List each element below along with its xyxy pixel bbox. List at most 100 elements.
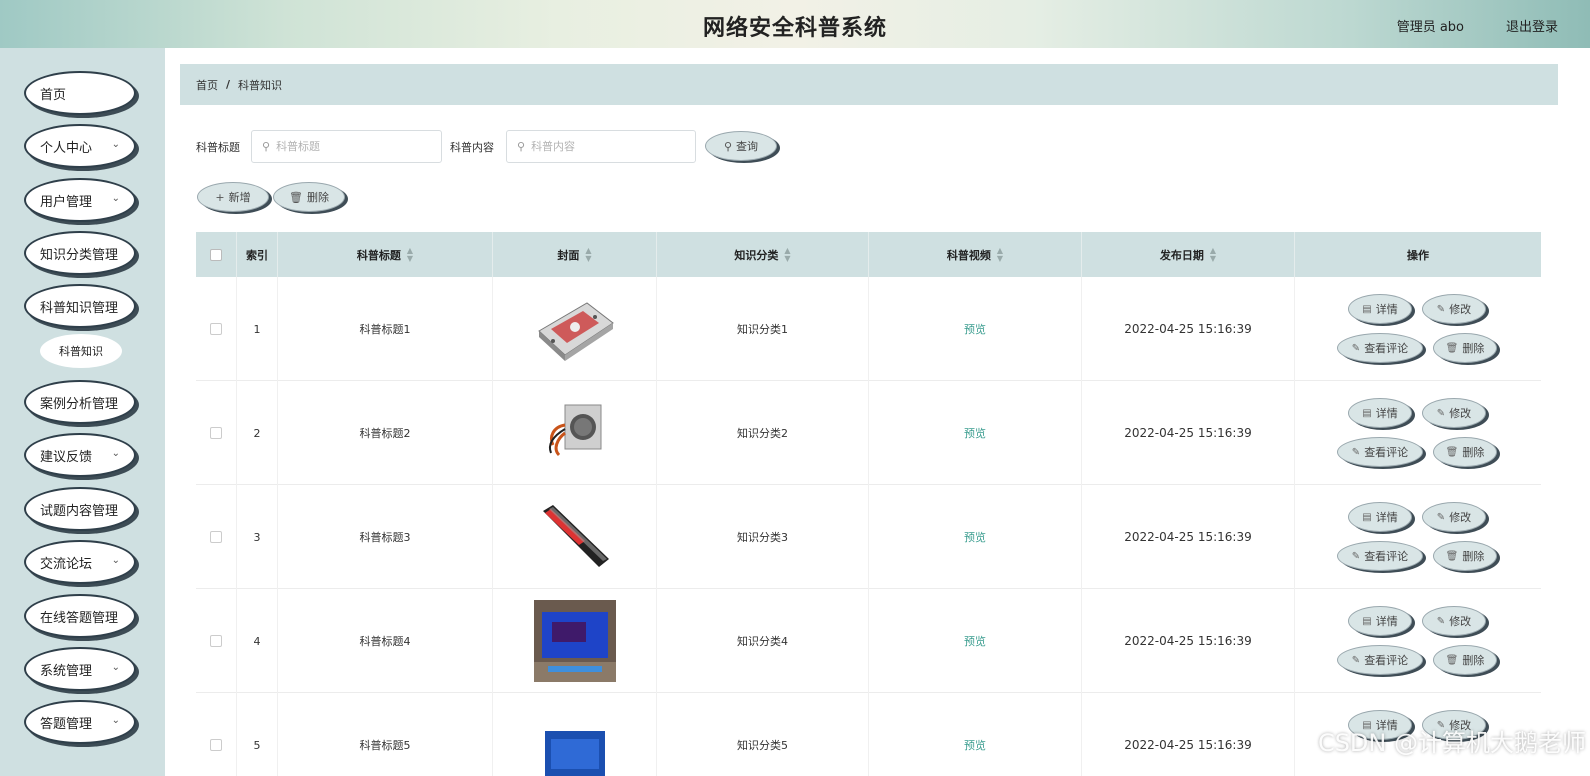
sidebar-item-forum[interactable]: 交流论坛 ⌄ [24,540,136,584]
row-checkbox[interactable] [210,427,222,439]
edit-button[interactable]: ✎ 修改 [1422,502,1486,532]
pencil-icon: ✎ [1436,407,1446,419]
delete-button-label: 删除 [306,191,329,204]
sidebar-item-online-quiz[interactable]: 在线答题管理 [24,594,136,638]
sidebar-item-label: 首页 [40,87,67,103]
sidebar-item-system[interactable]: 系统管理 ⌄ [24,647,136,691]
view-comments-button-label: 查看评论 [1364,654,1409,667]
view-comments-button[interactable]: ✎ 查看评论 [1337,645,1423,675]
sidebar: 首页 个人中心 ⌄ 用户管理 ⌄ 知识分类管理 科普知识管理 科普知识 案例分析管理… [0,48,165,776]
sidebar-item-feedback[interactable]: 建议反馈 ⌄ [24,433,136,477]
col-index: 索引 [237,232,278,277]
col-category[interactable]: 知识分类 ▲ ▼ [657,232,869,277]
col-category-label: 知识分类 [734,248,779,262]
edit-button[interactable]: ✎ 修改 [1422,294,1486,324]
view-comments-button[interactable]: ✎ 查看评论 [1337,437,1423,467]
sidebar-item-home[interactable]: 首页 [24,71,136,115]
view-comments-button-label: 查看评论 [1364,342,1409,355]
chevron-down-icon: ⌄ [111,448,120,459]
content-search-input[interactable] [531,140,672,153]
sidebar-item-profile[interactable]: 个人中心 ⌄ [24,124,136,168]
chevron-down-icon: ⌄ [111,193,120,204]
row-cover [493,381,657,485]
row-index: 1 [237,277,278,381]
video-preview-link[interactable]: 预览 [964,633,986,649]
row-select-cell [196,589,237,693]
view-comments-button[interactable]: ✎ 查看评论 [1337,541,1423,571]
detail-button[interactable]: ▤ 详情 [1348,502,1412,532]
detail-button[interactable]: ▤ 详情 [1348,398,1412,428]
col-date-label: 发布日期 [1159,248,1204,262]
row-checkbox[interactable] [210,323,222,335]
add-button[interactable]: + 新增 [197,182,269,212]
col-title[interactable]: 科普标题 ▲ ▼ [278,232,493,277]
delete-selected-button[interactable]: 🗑 删除 [273,182,345,212]
table-header: 索引 科普标题 ▲ ▼ 封面 ▲ ▼ 知识分类 ▲ ▼ 科普视频 ▲ ▼ 发布日期 ▲ ▼ 操作 [196,232,1541,277]
query-button-label: 查询 [736,140,759,153]
query-button[interactable]: ⚲ 查询 [705,131,777,161]
detail-button-label: 详情 [1375,407,1398,420]
detail-button[interactable]: ▤ 详情 [1348,606,1412,636]
col-video[interactable]: 科普视频 ▲ ▼ [869,232,1082,277]
row-date: 2022-04-25 15:16:39 [1082,589,1295,693]
breadcrumb-home[interactable]: 首页 [196,77,218,93]
delete-row-button[interactable]: 🗑 删除 [1433,645,1497,675]
table-row: 4 科普标题4 知识分类4 预览 2022-04-25 15:16:39 ▤ 详情… [196,589,1541,693]
sidebar-item-label: 个人中心 [40,140,93,156]
pencil-icon: ✎ [1351,342,1361,354]
delete-row-button[interactable]: 🗑 删除 [1433,541,1497,571]
row-category: 知识分类5 [657,693,869,776]
title-search-box: ⚲ [251,130,442,163]
chevron-down-icon: ⌄ [111,139,120,150]
detail-button[interactable]: ▤ 详情 [1348,294,1412,324]
video-preview-link[interactable]: 预览 [964,425,986,441]
select-all-checkbox[interactable] [210,248,222,261]
sidebar-item-questions[interactable]: 试题内容管理 [24,487,136,531]
sidebar-item-cases[interactable]: 案例分析管理 [24,380,136,424]
content-search-label: 科普内容 [450,141,494,154]
delete-row-button-label: 删除 [1462,550,1485,563]
edit-button-label: 修改 [1449,407,1472,420]
hard-drive-image [537,302,614,361]
sidebar-item-users[interactable]: 用户管理 ⌄ [24,178,136,222]
app-title: 网络安全科普系统 [702,16,887,41]
row-title: 科普标题4 [278,589,493,693]
sidebar-item-label: 科普知识管理 [40,300,119,316]
row-select-cell [196,381,237,485]
plus-icon: + [215,190,225,204]
row-actions: ▤ 详情 ✎ 修改 ✎ 查看评论 🗑 删除 [1295,381,1541,485]
col-cover[interactable]: 封面 ▲ ▼ [493,232,657,277]
video-preview-link[interactable]: 预览 [964,737,986,753]
row-actions: ▤ 详情 ✎ 修改 ✎ 查看评论 🗑 删除 [1295,589,1541,693]
sidebar-item-category[interactable]: 知识分类管理 [24,231,136,275]
trash-icon: 🗑 [289,190,303,204]
row-title: 科普标题5 [278,693,493,776]
edit-button-label: 修改 [1449,511,1472,524]
pencil-icon: ✎ [1436,511,1446,523]
sidebar-item-knowledge[interactable]: 科普知识管理 [24,284,136,328]
delete-row-button[interactable]: 🗑 删除 [1433,333,1497,363]
top-header: 网络安全科普系统 管理员 abo 退出登录 [0,0,1590,48]
edit-button[interactable]: ✎ 修改 [1422,606,1486,636]
view-comments-button[interactable]: ✎ 查看评论 [1337,333,1423,363]
row-video: 预览 [869,485,1082,589]
sort-icon: ▲ ▼ [784,245,791,263]
row-select-cell [196,693,237,776]
title-search-input[interactable] [276,140,417,153]
logout-link[interactable]: 退出登录 [1506,16,1558,35]
row-cover [493,589,657,693]
delete-row-button[interactable]: 🗑 删除 [1433,437,1497,467]
col-date[interactable]: 发布日期 ▲ ▼ [1082,232,1295,277]
row-checkbox[interactable] [210,635,222,647]
row-checkbox[interactable] [210,531,222,543]
sidebar-item-answers[interactable]: 答题管理 ⌄ [24,700,136,744]
edit-button[interactable]: ✎ 修改 [1422,398,1486,428]
breadcrumb-current: 科普知识 [238,78,283,92]
row-checkbox[interactable] [210,739,222,751]
document-icon: ▤ [1362,511,1372,523]
video-preview-link[interactable]: 预览 [964,321,986,337]
sidebar-subitem-knowledge[interactable]: 科普知识 [40,334,122,368]
video-preview-link[interactable]: 预览 [964,529,986,545]
row-video: 预览 [869,381,1082,485]
row-index: 5 [237,693,278,776]
